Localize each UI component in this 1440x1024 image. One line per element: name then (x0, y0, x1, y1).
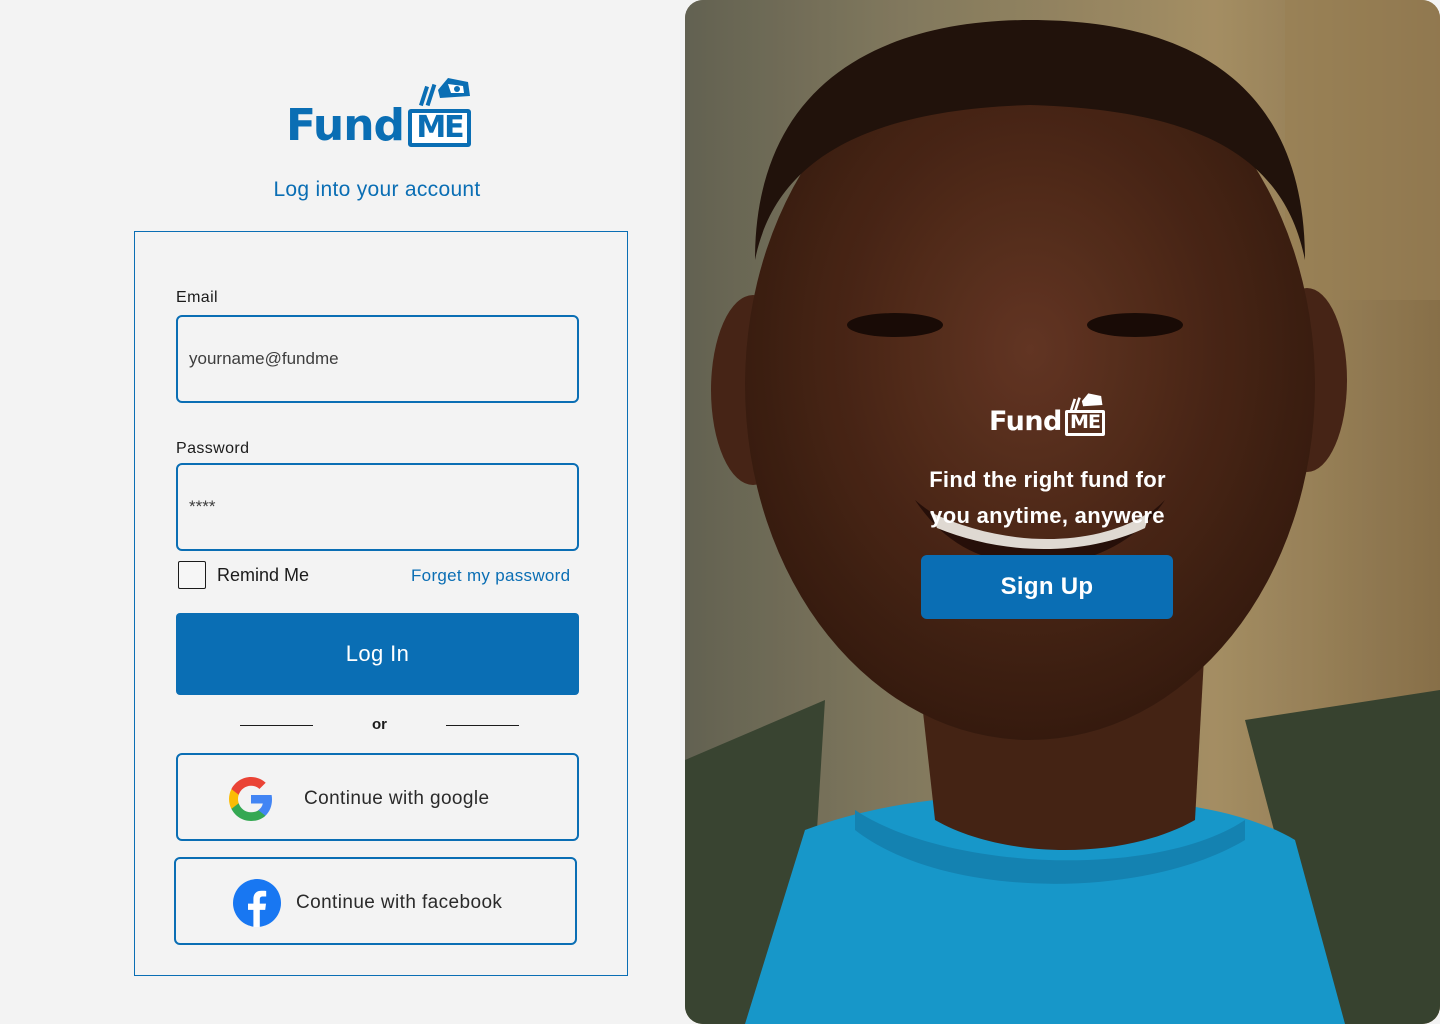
logo-wordmark: Fund (286, 100, 405, 151)
hero-logo-badge: ME (1065, 410, 1105, 436)
hero-tagline-line-2: you anytime, anywere (930, 503, 1165, 528)
logo-badge: ME (408, 109, 471, 147)
forgot-password-link[interactable]: Forget my password (411, 566, 570, 586)
password-field[interactable] (176, 463, 579, 551)
hero-panel: Fund ME Find the right fund for you anyt… (685, 0, 1440, 1024)
remind-me-label[interactable]: Remind Me (217, 565, 309, 586)
facebook-signin-button[interactable]: Continue with facebook (174, 857, 577, 945)
hero-tagline: Find the right fund for you anytime, any… (885, 462, 1210, 534)
divider-or-text: or (372, 716, 387, 733)
page-subtitle: Log into your account (273, 178, 481, 201)
google-button-label: Continue with google (304, 788, 490, 809)
password-label: Password (176, 440, 250, 457)
google-icon (229, 777, 272, 821)
login-form-card: Email Password Remind Me Forget my passw… (134, 231, 628, 976)
facebook-button-label: Continue with facebook (296, 892, 503, 913)
signup-button[interactable]: Sign Up (921, 555, 1173, 619)
hero-tagline-line-1: Find the right fund for (929, 467, 1166, 492)
login-button[interactable]: Log In (176, 613, 579, 695)
facebook-icon (233, 879, 281, 927)
email-field[interactable] (176, 315, 579, 403)
fundme-logo: Fund ME (284, 76, 484, 152)
login-page: Fund ME Log into your account Email Pass… (0, 0, 1440, 1024)
email-label: Email (176, 289, 219, 306)
hero-logo: Fund ME (987, 392, 1117, 442)
login-panel: Fund ME Log into your account Email Pass… (0, 0, 685, 1024)
hero-logo-wordmark: Fund (989, 406, 1062, 437)
divider-left (240, 725, 313, 726)
divider-right (446, 725, 519, 726)
remind-me-checkbox[interactable] (178, 561, 206, 589)
google-signin-button[interactable]: Continue with google (176, 753, 579, 841)
